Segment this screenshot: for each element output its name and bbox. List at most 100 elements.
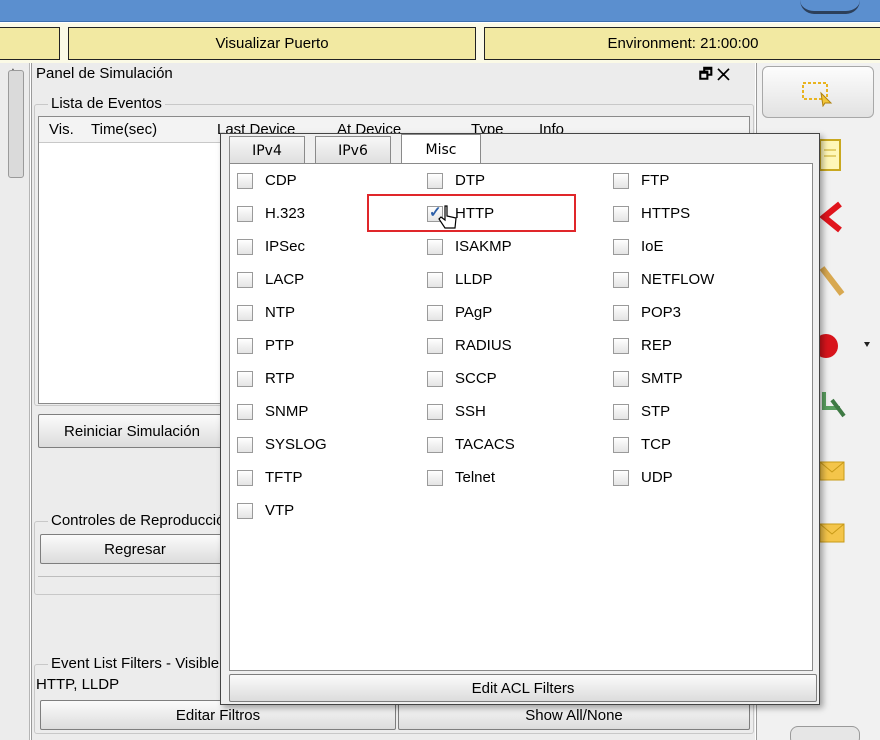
checkbox-smtp-label: SMTP xyxy=(641,370,683,387)
panel-window-controls[interactable]: 🗗 ✕ xyxy=(699,64,730,89)
checkbox-ntp-box[interactable] xyxy=(237,304,253,321)
column-vis[interactable]: Vis. xyxy=(49,121,74,138)
checkbox-https-label: HTTPS xyxy=(641,205,691,222)
checkbox-pop3-box[interactable] xyxy=(613,304,629,321)
protocol-checkbox-sccp[interactable]: SCCP xyxy=(427,370,497,387)
checkbox-ptp-box[interactable] xyxy=(237,337,253,354)
protocol-checkbox-pagp[interactable]: PAgP xyxy=(427,304,492,321)
checkbox-telnet-box[interactable] xyxy=(427,469,443,486)
checkbox-dtp-box[interactable] xyxy=(427,172,443,189)
checkbox-radius-box[interactable] xyxy=(427,337,443,354)
protocol-checkbox-rtp[interactable]: RTP xyxy=(237,370,295,387)
left-scrollbar-thumb[interactable] xyxy=(8,70,24,178)
checkbox-rtp-box[interactable] xyxy=(237,370,253,387)
protocol-checkbox-ftp[interactable]: FTP xyxy=(613,172,669,189)
delete-icon[interactable] xyxy=(818,200,842,234)
checkbox-udp-box[interactable] xyxy=(613,469,629,486)
checkbox-stp-box[interactable] xyxy=(613,403,629,420)
reset-simulation-button[interactable]: Reiniciar Simulación xyxy=(38,414,226,448)
protocol-checkbox-ipsec[interactable]: IPSec xyxy=(237,238,305,255)
tab-ipv6[interactable]: IPv6 xyxy=(315,136,391,164)
protocol-checkbox-ntp[interactable]: NTP xyxy=(237,304,295,321)
tab-misc[interactable]: Misc xyxy=(401,134,481,164)
protocol-checkbox-ptp[interactable]: PTP xyxy=(237,337,294,354)
checkbox-dtp-label: DTP xyxy=(455,172,485,189)
tab-ipv6-label: IPv6 xyxy=(338,142,368,159)
draw-shape-icon[interactable] xyxy=(812,328,872,364)
protocol-checkbox-https[interactable]: HTTPS xyxy=(613,205,690,222)
protocol-checkbox-lacp[interactable]: LACP xyxy=(237,271,304,288)
checkbox-cdp-box[interactable] xyxy=(237,172,253,189)
checkbox-netflow-box[interactable] xyxy=(613,271,629,288)
protocol-checkbox-tcp[interactable]: TCP xyxy=(613,436,671,453)
protocol-checkbox-netflow[interactable]: NETFLOW xyxy=(613,271,714,288)
environment-time-label: Environment: 21:00:00 xyxy=(607,35,759,52)
checkbox-udp-label: UDP xyxy=(641,469,673,486)
protocol-checkbox-isakmp[interactable]: ISAKMP xyxy=(427,238,512,255)
checkbox-h-323-box[interactable] xyxy=(237,205,253,222)
checkbox-tftp-box[interactable] xyxy=(237,469,253,486)
checkbox-tacacs-box[interactable] xyxy=(427,436,443,453)
checkbox-ssh-label: SSH xyxy=(455,403,486,420)
column-time[interactable]: Time(sec) xyxy=(91,121,157,138)
checkbox-tcp-label: TCP xyxy=(641,436,671,453)
bottom-right-control[interactable] xyxy=(790,726,860,740)
checkbox-snmp-box[interactable] xyxy=(237,403,253,420)
checkbox-lacp-box[interactable] xyxy=(237,271,253,288)
protocol-checkbox-ioe[interactable]: IoE xyxy=(613,238,664,255)
tab-ipv4[interactable]: IPv4 xyxy=(229,136,305,164)
simple-pdu-icon[interactable] xyxy=(818,456,846,486)
protocol-checkbox-ssh[interactable]: SSH xyxy=(427,403,486,420)
protocol-checkbox-lldp[interactable]: LLDP xyxy=(427,271,493,288)
checkbox-ioe-box[interactable] xyxy=(613,238,629,255)
checkbox-tcp-box[interactable] xyxy=(613,436,629,453)
checkbox-vtp-box[interactable] xyxy=(237,502,253,519)
protocol-checkbox-dtp[interactable]: DTP xyxy=(427,172,485,189)
protocol-checkbox-cdp[interactable]: CDP xyxy=(237,172,297,189)
checkbox-syslog-box[interactable] xyxy=(237,436,253,453)
protocol-checkbox-syslog[interactable]: SYSLOG xyxy=(237,436,327,453)
checkbox-ipsec-label: IPSec xyxy=(265,238,306,255)
checkbox-ssh-box[interactable] xyxy=(427,403,443,420)
checkbox-ipsec-box[interactable] xyxy=(237,238,253,255)
visualizar-puerto-button[interactable]: Visualizar Puerto xyxy=(68,27,476,60)
event-list-label: Lista de Eventos xyxy=(48,95,165,112)
checkbox-https-box[interactable] xyxy=(613,205,629,222)
protocol-checkbox-h-323[interactable]: H.323 xyxy=(237,205,305,222)
edit-acl-filters-button[interactable]: Edit ACL Filters xyxy=(229,674,817,702)
show-all-none-label: Show All/None xyxy=(525,706,623,724)
title-bar-decoration xyxy=(800,0,860,14)
protocol-checkbox-vtp[interactable]: VTP xyxy=(237,502,294,519)
inspect-icon[interactable] xyxy=(818,264,848,300)
environment-time-button[interactable]: Environment: 21:00:00 xyxy=(484,27,880,60)
checkbox-pagp-box[interactable] xyxy=(427,304,443,321)
note-icon[interactable] xyxy=(818,138,842,172)
complex-pdu-icon[interactable] xyxy=(818,516,846,550)
protocol-checkbox-area xyxy=(229,163,813,671)
protocol-checkbox-radius[interactable]: RADIUS xyxy=(427,337,512,354)
checkbox-lacp-label: LACP xyxy=(265,271,305,288)
checkbox-isakmp-box[interactable] xyxy=(427,238,443,255)
protocol-checkbox-tacacs[interactable]: TACACS xyxy=(427,436,515,453)
checkbox-ftp-box[interactable] xyxy=(613,172,629,189)
edit-acl-filters-label: Edit ACL Filters xyxy=(471,679,575,697)
checkbox-lldp-box[interactable] xyxy=(427,271,443,288)
back-button[interactable]: Regresar xyxy=(40,534,230,564)
protocol-checkbox-snmp[interactable]: SNMP xyxy=(237,403,308,420)
checkbox-sccp-box[interactable] xyxy=(427,370,443,387)
protocol-checkbox-udp[interactable]: UDP xyxy=(613,469,673,486)
checkbox-rep-box[interactable] xyxy=(613,337,629,354)
checkbox-rep-label: REP xyxy=(641,337,672,354)
protocol-checkbox-tftp[interactable]: TFTP xyxy=(237,469,303,486)
checkbox-ftp-label: FTP xyxy=(641,172,670,189)
protocol-checkbox-pop3[interactable]: POP3 xyxy=(613,304,681,321)
protocol-checkbox-stp[interactable]: STP xyxy=(613,403,670,420)
protocol-checkbox-telnet[interactable]: Telnet xyxy=(427,469,495,486)
resize-icon[interactable] xyxy=(818,386,848,422)
top-row-button-left[interactable] xyxy=(0,27,60,60)
checkbox-smtp-box[interactable] xyxy=(613,370,629,387)
checkbox-rtp-label: RTP xyxy=(265,370,295,387)
protocol-checkbox-rep[interactable]: REP xyxy=(613,337,672,354)
select-tool-button[interactable] xyxy=(762,66,874,118)
protocol-checkbox-smtp[interactable]: SMTP xyxy=(613,370,683,387)
